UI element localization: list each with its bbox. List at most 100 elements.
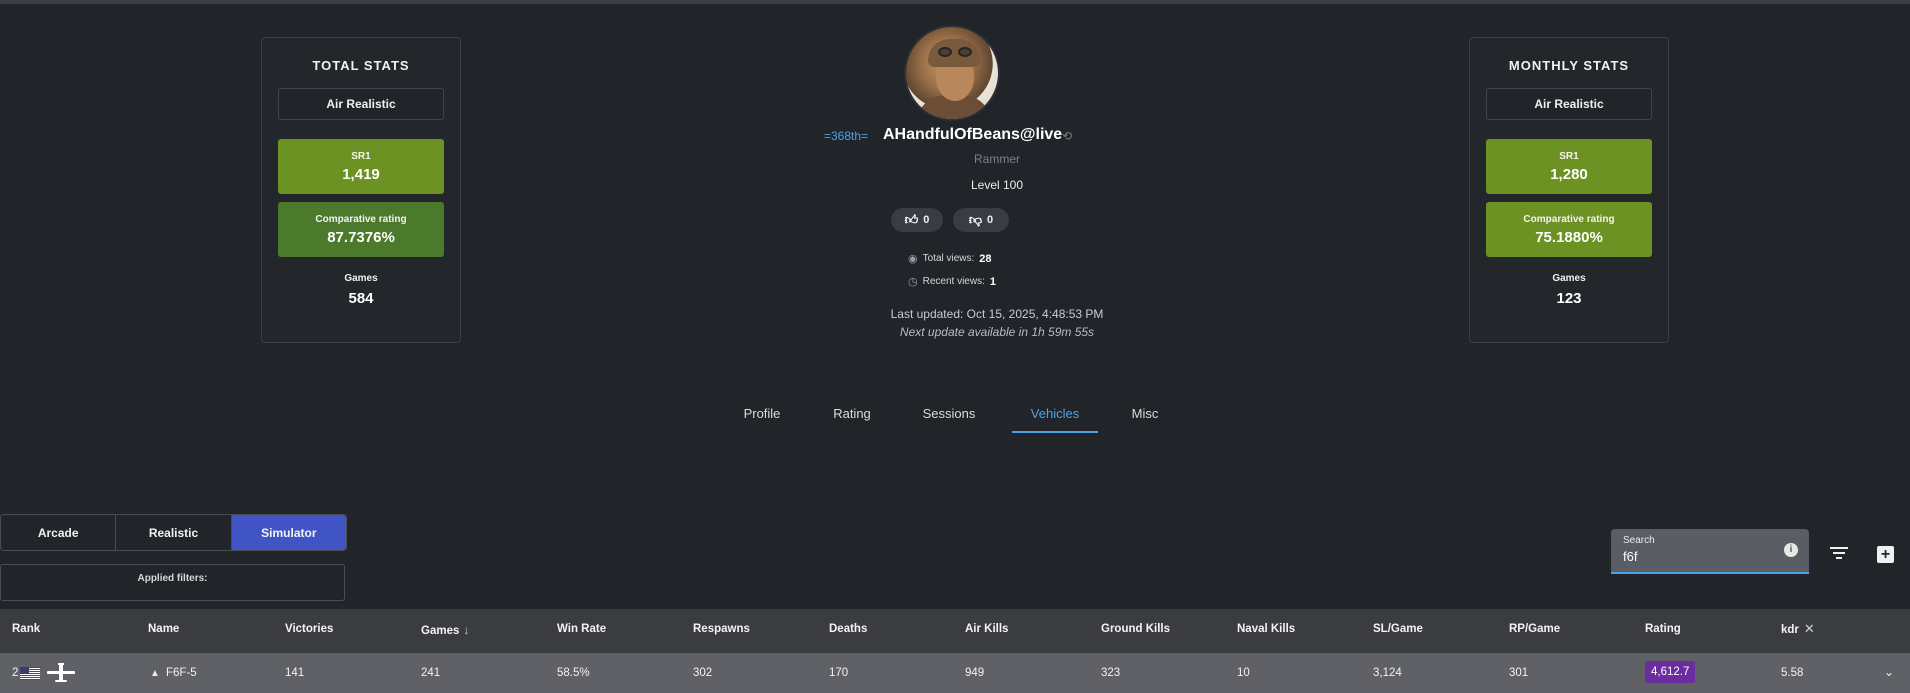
info-icon[interactable]: i bbox=[1784, 543, 1798, 557]
col-naval-kills[interactable]: Naval Kills bbox=[1237, 623, 1295, 635]
sort-down-icon[interactable]: ↓ bbox=[463, 623, 469, 637]
avatar-goggle-right bbox=[958, 47, 972, 57]
cell-games: 241 bbox=[421, 667, 441, 679]
mode-arcade-button[interactable]: Arcade bbox=[1, 515, 117, 550]
cell-victories: 141 bbox=[285, 667, 305, 679]
thumbs-up-icon: 👍︎ bbox=[904, 212, 919, 227]
usa-flag-icon bbox=[20, 667, 40, 680]
close-icon[interactable]: ✕ bbox=[1804, 621, 1815, 636]
col-ground-kills[interactable]: Ground Kills bbox=[1101, 623, 1170, 635]
avatar-goggle-left bbox=[938, 47, 952, 57]
cell-rank: 2 bbox=[12, 667, 19, 679]
total-games-value: 584 bbox=[348, 290, 374, 307]
total-games: Games 584 bbox=[262, 273, 460, 307]
tab-rating[interactable]: Rating bbox=[821, 401, 883, 433]
next-update-row: Next update available in 1h 59m 55s bbox=[0, 325, 1910, 339]
top-bar bbox=[0, 0, 1910, 4]
total-views-label: Total views: bbox=[922, 253, 975, 264]
cell-naval-kills: 10 bbox=[1237, 667, 1250, 679]
mode-realistic-button[interactable]: Realistic bbox=[116, 515, 232, 550]
total-games-label: Games bbox=[344, 273, 378, 284]
monthly-comparative-value: 75.1880% bbox=[1535, 228, 1603, 246]
game-mode-toggle: Arcade Realistic Simulator bbox=[0, 514, 347, 551]
search-label: Search bbox=[1623, 535, 1655, 546]
col-victories[interactable]: Victories bbox=[285, 623, 333, 635]
table-row[interactable]: 2 ▲ F6F-5 141 241 58.5% 302 170 949 323 … bbox=[0, 653, 1910, 693]
like-count: 0 bbox=[923, 214, 930, 226]
cell-air-kills: 949 bbox=[965, 667, 985, 679]
col-win-rate[interactable]: Win Rate bbox=[557, 623, 606, 635]
cell-kdr: 5.58 bbox=[1781, 667, 1804, 679]
player-level-row: Level 100 bbox=[0, 178, 1910, 192]
applied-filters-box: Applied filters: bbox=[0, 564, 345, 601]
cell-ground-kills: 323 bbox=[1101, 667, 1121, 679]
add-column-icon[interactable]: + bbox=[1877, 546, 1894, 563]
search-input[interactable] bbox=[1623, 549, 1773, 564]
recent-views-value: 1 bbox=[989, 275, 996, 288]
col-rating[interactable]: Rating bbox=[1645, 623, 1681, 635]
cell-win-rate: 58.5% bbox=[557, 667, 590, 679]
next-update: Next update available in 1h 59m 55s bbox=[899, 325, 1095, 339]
cell-rating-badge: 4,612.7 bbox=[1645, 661, 1696, 683]
player-level: Level 100 bbox=[970, 178, 1024, 192]
col-sl-game[interactable]: SL/Game bbox=[1373, 623, 1423, 635]
monthly-games: Games 123 bbox=[1470, 273, 1668, 307]
total-comparative-label: Comparative rating bbox=[315, 213, 407, 225]
eye-icon: ◉ bbox=[908, 253, 918, 265]
col-rp-game[interactable]: RP/Game bbox=[1509, 623, 1560, 635]
total-views-value: 28 bbox=[979, 252, 992, 265]
last-updated-row: Last updated: Oct 15, 2025, 4:48:53 PM bbox=[0, 307, 1910, 321]
cell-deaths: 170 bbox=[829, 667, 849, 679]
history-icon[interactable]: ⟲ bbox=[1062, 129, 1076, 143]
monthly-stats-mode-select[interactable]: Air Realistic bbox=[1486, 88, 1652, 120]
monthly-games-label: Games bbox=[1552, 273, 1586, 284]
mode-simulator-button[interactable]: Simulator bbox=[231, 515, 346, 550]
clan-tag[interactable]: =368th= bbox=[824, 129, 868, 143]
last-updated: Last updated: Oct 15, 2025, 4:48:53 PM bbox=[890, 307, 1104, 321]
filter-icon[interactable] bbox=[1830, 547, 1848, 561]
cell-respawns: 302 bbox=[693, 667, 713, 679]
cell-name[interactable]: F6F-5 bbox=[166, 667, 197, 679]
col-name[interactable]: Name bbox=[148, 623, 179, 635]
dislike-button[interactable]: 👎︎ 0 bbox=[953, 208, 1009, 232]
total-stats-mode-select[interactable]: Air Realistic bbox=[278, 88, 444, 120]
plane-icon bbox=[47, 663, 75, 682]
col-games[interactable]: Games ↓ bbox=[421, 623, 469, 637]
chevron-down-icon[interactable]: ⌄ bbox=[1884, 665, 1894, 679]
table-header: Rank Name Victories Games ↓ Win Rate Resp… bbox=[0, 609, 1910, 653]
col-games-label: Games bbox=[421, 625, 460, 637]
monthly-comparative-label: Comparative rating bbox=[1523, 213, 1615, 225]
player-title-row: Rammer bbox=[0, 152, 1910, 166]
search-field[interactable]: Search i bbox=[1611, 529, 1809, 574]
vehicle-type-icon: ▲ bbox=[150, 668, 160, 679]
col-air-kills[interactable]: Air Kills bbox=[965, 623, 1008, 635]
monthly-comparative-box: Comparative rating 75.1880% bbox=[1486, 202, 1652, 257]
col-deaths[interactable]: Deaths bbox=[829, 623, 867, 635]
tab-sessions[interactable]: Sessions bbox=[913, 401, 985, 433]
avatar-cap bbox=[928, 39, 980, 67]
dislike-count: 0 bbox=[987, 214, 994, 226]
like-button[interactable]: 👍︎ 0 bbox=[891, 208, 943, 232]
col-kdr[interactable]: kdr ✕ bbox=[1781, 621, 1815, 637]
tab-vehicles[interactable]: Vehicles bbox=[1012, 401, 1098, 433]
total-comparative-box: Comparative rating 87.7376% bbox=[278, 202, 444, 257]
total-comparative-value: 87.7376% bbox=[327, 228, 395, 246]
monthly-stats-title: MONTHLY STATS bbox=[1508, 58, 1630, 73]
monthly-games-value: 123 bbox=[1556, 290, 1582, 307]
col-respawns[interactable]: Respawns bbox=[693, 623, 750, 635]
player-title: Rammer bbox=[973, 152, 1020, 166]
player-name: AHandfulOfBeans@live bbox=[883, 126, 1063, 143]
cell-rp-game: 301 bbox=[1509, 667, 1529, 679]
profile-tabs: Profile Rating Sessions Vehicles Misc bbox=[725, 401, 1173, 433]
recent-views-row: ◷ Recent views: 1 bbox=[908, 275, 996, 289]
cell-sl-game: 3,124 bbox=[1373, 667, 1402, 679]
tab-profile[interactable]: Profile bbox=[725, 401, 799, 433]
col-rank[interactable]: Rank bbox=[12, 623, 40, 635]
thumbs-down-icon: 👎︎ bbox=[968, 212, 983, 227]
total-stats-title: TOTAL STATS bbox=[312, 58, 410, 73]
avatar bbox=[904, 25, 1000, 121]
col-kdr-label: kdr bbox=[1781, 624, 1799, 636]
recent-views-label: Recent views: bbox=[922, 276, 985, 287]
total-views-row: ◉ Total views: 28 bbox=[908, 252, 992, 266]
tab-misc[interactable]: Misc bbox=[1117, 401, 1173, 433]
